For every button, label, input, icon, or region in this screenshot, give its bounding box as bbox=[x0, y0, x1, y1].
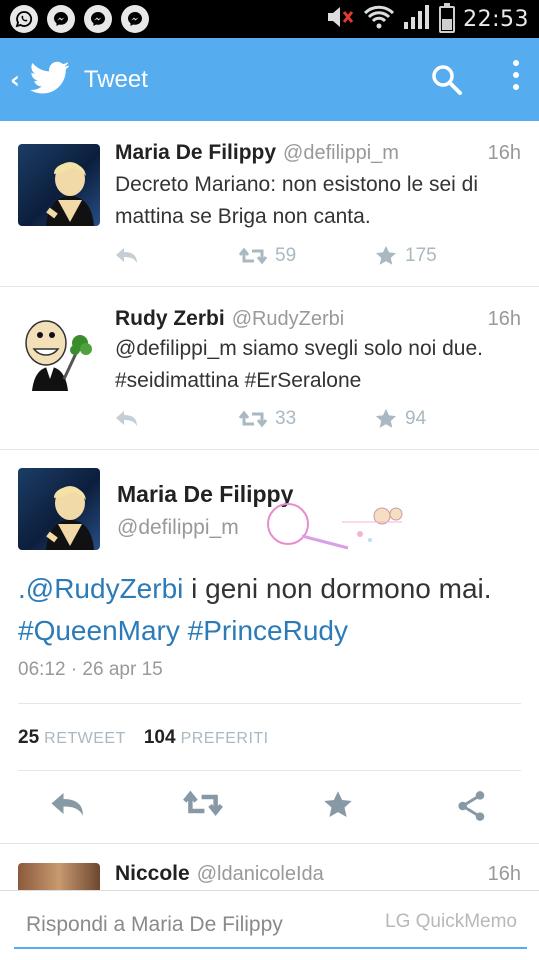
divider bbox=[18, 770, 521, 771]
retweet-button[interactable]: 33 bbox=[239, 408, 375, 430]
tweet-time: 16h bbox=[487, 308, 521, 330]
star-icon bbox=[375, 408, 397, 428]
tweet-time: 16h bbox=[487, 142, 521, 164]
tweet-time: 16h bbox=[487, 863, 521, 885]
overflow-menu-icon[interactable] bbox=[513, 60, 521, 96]
messenger-icon bbox=[121, 5, 149, 33]
avatar[interactable] bbox=[18, 863, 100, 890]
retweet-icon bbox=[239, 247, 267, 265]
star-icon bbox=[375, 245, 397, 265]
retweet-count: 59 bbox=[275, 245, 297, 266]
twitter-bird-icon[interactable] bbox=[29, 61, 70, 99]
tweet-item[interactable]: Maria De Filippy @defilippi_m 16h Decret… bbox=[0, 121, 539, 287]
tweet-stats: 25 RETWEET 104 PREFERITI bbox=[18, 727, 269, 749]
reply-bar: Rispondi a Maria De Filippy LG QuickMemo bbox=[0, 890, 539, 960]
retweet-button[interactable]: 59 bbox=[239, 245, 375, 267]
author-handle[interactable]: @ldanicoleIda bbox=[197, 863, 324, 886]
star-icon[interactable] bbox=[323, 790, 353, 824]
battery-icon bbox=[439, 2, 456, 33]
quickmemo-watermark: LG QuickMemo bbox=[385, 911, 517, 932]
retweet-stat-label: RETWEET bbox=[44, 730, 126, 747]
share-icon[interactable] bbox=[456, 790, 488, 826]
favorite-stat-count: 104 bbox=[143, 727, 176, 748]
favorite-count: 94 bbox=[405, 408, 427, 429]
divider bbox=[0, 843, 539, 844]
tweet-timestamp: 06:12 · 26 apr 15 bbox=[18, 659, 163, 680]
messenger-icon bbox=[84, 5, 112, 33]
favorite-button[interactable]: 175 bbox=[375, 245, 437, 267]
volume-muted-icon bbox=[325, 4, 355, 34]
reply-icon[interactable] bbox=[115, 247, 239, 265]
status-bar: 22:53 bbox=[0, 0, 539, 38]
clock: 22:53 bbox=[463, 6, 529, 32]
avatar[interactable] bbox=[18, 144, 100, 226]
search-icon[interactable] bbox=[431, 64, 463, 100]
mention-link[interactable]: @RudyZerbi bbox=[26, 573, 184, 604]
text-prefix: . bbox=[18, 573, 26, 604]
favorite-stat-label: PREFERITI bbox=[180, 730, 269, 747]
whatsapp-icon bbox=[10, 5, 38, 33]
reply-placeholder: Rispondi a Maria De Filippy bbox=[26, 913, 283, 936]
author-name[interactable]: Niccole bbox=[115, 862, 190, 886]
retweet-stat-count: 25 bbox=[18, 727, 40, 748]
reply-input[interactable]: Rispondi a Maria De Filippy LG QuickMemo bbox=[14, 899, 527, 949]
retweet-stat[interactable]: 25 RETWEET bbox=[18, 727, 126, 749]
author-handle[interactable]: @defilippi_m bbox=[283, 142, 399, 165]
signal-icon bbox=[403, 4, 431, 34]
avatar[interactable] bbox=[18, 468, 100, 550]
detail-tweet-text: .@RudyZerbi i geni non dormono mai. #Que… bbox=[18, 568, 528, 652]
sticker-decoration bbox=[262, 498, 412, 558]
back-icon[interactable]: ‹ bbox=[10, 66, 20, 94]
reply-icon[interactable] bbox=[50, 790, 86, 824]
retweet-icon[interactable] bbox=[183, 790, 223, 822]
tweet-item[interactable]: Rudy Zerbi @RudyZerbi 16h @defilippi_m s… bbox=[0, 287, 539, 450]
tweet-text: @defilippi_m siamo svegli solo noi due. … bbox=[115, 337, 484, 392]
favorite-count: 175 bbox=[405, 245, 437, 266]
divider bbox=[18, 703, 521, 704]
avatar[interactable] bbox=[18, 309, 100, 391]
detail-action-bar bbox=[0, 790, 539, 830]
wifi-icon bbox=[363, 4, 395, 34]
hashtag-link[interactable]: #QueenMary bbox=[18, 615, 180, 646]
app-bar-title: Tweet bbox=[83, 65, 148, 93]
favorite-stat[interactable]: 104 PREFERITI bbox=[144, 727, 269, 749]
messenger-icon bbox=[47, 5, 75, 33]
author-name[interactable]: Maria De Filippy bbox=[115, 141, 276, 165]
author-name[interactable]: Rudy Zerbi bbox=[115, 307, 225, 331]
hashtag-link[interactable]: #PrinceRudy bbox=[188, 615, 348, 646]
app-bar: ‹ Tweet bbox=[0, 38, 539, 121]
author-handle[interactable]: @RudyZerbi bbox=[232, 308, 345, 331]
reply-icon[interactable] bbox=[115, 410, 239, 428]
retweet-icon bbox=[239, 410, 267, 428]
retweet-count: 33 bbox=[275, 408, 297, 429]
tweet-body: i geni non dormono mai. bbox=[183, 573, 492, 604]
tweet-text: Decreto Mariano: non esistono le sei di … bbox=[115, 173, 479, 228]
detail-author-handle[interactable]: @defilippi_m bbox=[117, 516, 239, 540]
favorite-button[interactable]: 94 bbox=[375, 408, 426, 430]
